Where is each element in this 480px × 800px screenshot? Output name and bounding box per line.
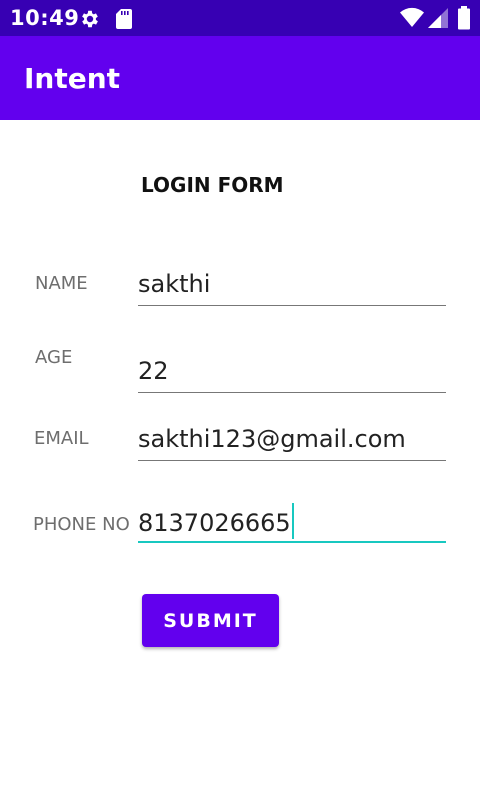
age-label: AGE bbox=[35, 347, 73, 368]
sd-card-icon bbox=[115, 8, 133, 35]
submit-button[interactable]: SUBMIT bbox=[142, 594, 279, 647]
age-input[interactable]: 22 bbox=[138, 357, 446, 393]
form-title: LOGIN FORM bbox=[141, 173, 284, 197]
status-time: 10:49 bbox=[10, 6, 80, 30]
wifi-icon bbox=[400, 7, 424, 34]
email-input[interactable]: sakthi123@gmail.com bbox=[138, 425, 446, 461]
status-bar: 10:49 bbox=[0, 0, 480, 36]
phone-label: PHONE NO bbox=[33, 514, 130, 535]
text-cursor bbox=[291, 503, 295, 539]
name-label: NAME bbox=[35, 273, 88, 294]
gear-icon bbox=[79, 8, 101, 35]
app-bar: Intent bbox=[0, 36, 480, 120]
app-title: Intent bbox=[24, 62, 121, 95]
age-value: 22 bbox=[138, 357, 169, 385]
email-value: sakthi123@gmail.com bbox=[138, 425, 406, 453]
signal-icon bbox=[427, 7, 449, 34]
phone-value: 8137026665 bbox=[138, 509, 291, 537]
email-label: EMAIL bbox=[34, 428, 89, 449]
phone-input[interactable]: 8137026665 bbox=[138, 503, 446, 543]
battery-icon bbox=[457, 6, 471, 35]
name-value: sakthi bbox=[138, 270, 211, 298]
name-input[interactable]: sakthi bbox=[138, 270, 446, 306]
